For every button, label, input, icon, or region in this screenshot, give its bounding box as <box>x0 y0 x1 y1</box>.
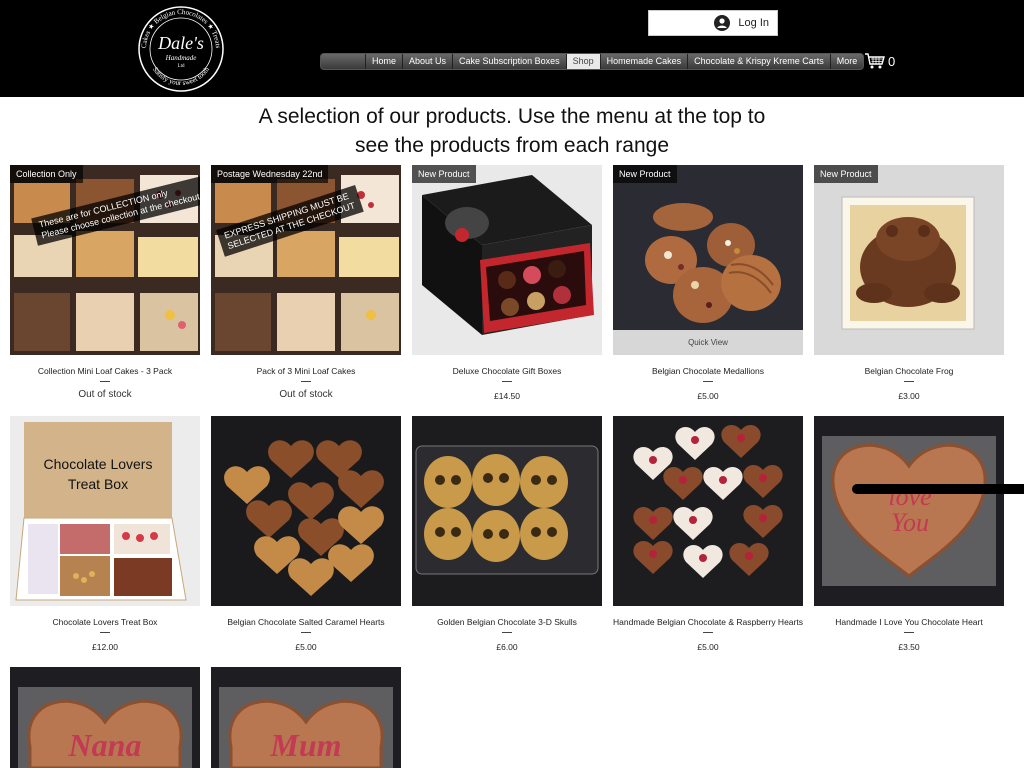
product-price: £3.00 <box>898 391 920 401</box>
box-lid-text: Chocolate Lovers Treat Box <box>24 454 172 494</box>
title-divider <box>502 381 512 382</box>
product-image[interactable]: Chocolate Lovers Treat Box <box>10 416 200 606</box>
logo-sub2: Ltd <box>178 64 185 69</box>
product-image[interactable]: Nana <box>10 667 200 768</box>
product-title[interactable]: Belgian Chocolate Medallions <box>613 366 803 376</box>
overlay-bar <box>852 484 1024 494</box>
product-image[interactable] <box>211 416 401 606</box>
heart-text-line-2: You <box>890 508 930 537</box>
product-price: £5.00 <box>295 642 317 652</box>
product-image[interactable]: Mum <box>211 667 401 768</box>
product-title[interactable]: Deluxe Chocolate Gift Boxes <box>412 366 602 376</box>
product-title[interactable]: Handmade I Love You Chocolate Heart <box>814 617 1004 627</box>
heart-text-nana: Nana <box>68 727 142 763</box>
heart-text-mum: Mum <box>270 727 342 763</box>
product-ribbon: Postage Wednesday 22nd <box>211 165 329 183</box>
product-title[interactable]: Collection Mini Loaf Cakes - 3 Pack <box>10 366 200 376</box>
product-price: £6.00 <box>496 642 518 652</box>
product-card[interactable]: love You Handmade I Love You Chocolate H… <box>814 416 1004 652</box>
nav-item-cake-subscription-boxes[interactable]: Cake Subscription Boxes <box>452 54 566 69</box>
title-divider <box>100 381 110 382</box>
product-image[interactable] <box>412 416 602 606</box>
title-divider <box>904 381 914 382</box>
user-icon <box>714 15 731 31</box>
page-heading: A selection of our products. Use the men… <box>200 102 824 160</box>
box-text-line-1: Chocolate Lovers <box>43 456 153 472</box>
product-image[interactable]: New Product <box>814 165 1004 355</box>
site-header: Cakes ★ Belgian Chocolates ★ Treats Sati… <box>0 0 1024 97</box>
raspberry-hearts-image <box>613 416 803 606</box>
title-divider <box>301 632 311 633</box>
treat-box-image <box>10 416 200 606</box>
medallions-image <box>613 165 803 355</box>
heading-line-2: see the products from each range <box>354 134 669 157</box>
title-divider <box>502 632 512 633</box>
product-card[interactable]: Nana <box>10 667 200 768</box>
product-title[interactable]: Belgian Chocolate Frog <box>814 366 1004 376</box>
product-card[interactable]: New Product Belgian Chocolate Frog £3.00 <box>814 165 1004 401</box>
stock-status: Out of stock <box>78 389 132 400</box>
gift-box-image <box>412 165 602 355</box>
product-image[interactable]: New Product <box>412 165 602 355</box>
title-divider <box>703 632 713 633</box>
product-image[interactable]: These are for COLLECTION only Please cho… <box>10 165 200 355</box>
product-card[interactable]: EXPRESS SHIPPING MUST BE SELECTED AT THE… <box>211 165 401 400</box>
nav-item-shop[interactable]: Shop <box>565 54 600 69</box>
product-image[interactable]: EXPRESS SHIPPING MUST BE SELECTED AT THE… <box>211 165 401 355</box>
heading-line-1: A selection of our products. Use the men… <box>258 105 766 128</box>
product-title[interactable]: Pack of 3 Mini Loaf Cakes <box>211 366 401 376</box>
caramel-hearts-image <box>211 416 401 606</box>
product-title[interactable]: Belgian Chocolate Salted Caramel Hearts <box>211 617 401 627</box>
nav-left-cap <box>321 54 365 69</box>
product-price: £5.00 <box>697 642 719 652</box>
nav-item-homemade-cakes[interactable]: Homemade Cakes <box>599 54 688 69</box>
nav-item-chocolate-carts[interactable]: Chocolate & Krispy Kreme Carts <box>687 54 830 69</box>
product-ribbon: New Product <box>814 165 878 183</box>
frog-image <box>814 165 1004 355</box>
main-nav: Home About Us Cake Subscription Boxes Sh… <box>320 53 865 70</box>
nav-item-more[interactable]: More <box>829 54 864 69</box>
product-price: £3.50 <box>898 642 920 652</box>
product-card[interactable]: Handmade Belgian Chocolate & Raspberry H… <box>613 416 803 652</box>
cart-count: 0 <box>888 53 896 69</box>
product-title[interactable]: Golden Belgian Chocolate 3-D Skulls <box>412 617 602 627</box>
cart-button[interactable]: 0 <box>864 52 895 70</box>
quick-view-button[interactable]: Quick View <box>613 330 803 355</box>
dales-logo[interactable]: Cakes ★ Belgian Chocolates ★ Treats Sati… <box>136 4 226 94</box>
product-price: £5.00 <box>697 391 719 401</box>
box-text-line-2: Treat Box <box>67 476 129 492</box>
product-card[interactable]: Chocolate Lovers Treat Box Chocolate Lov… <box>10 416 200 652</box>
product-title[interactable]: Handmade Belgian Chocolate & Raspberry H… <box>613 617 803 627</box>
title-divider <box>904 632 914 633</box>
product-image[interactable] <box>613 416 803 606</box>
logo-name: Dale's <box>157 33 204 53</box>
nav-item-about-us[interactable]: About Us <box>402 54 452 69</box>
product-card[interactable]: These are for COLLECTION only Please cho… <box>10 165 200 400</box>
login-label: Log In <box>738 17 769 29</box>
nav-item-home[interactable]: Home <box>365 54 402 69</box>
product-ribbon: Collection Only <box>10 165 83 183</box>
logo-sub1: Handmade <box>165 54 197 62</box>
product-image[interactable]: New Product Quick View <box>613 165 803 355</box>
title-divider <box>301 381 311 382</box>
product-card[interactable]: Belgian Chocolate Salted Caramel Hearts … <box>211 416 401 652</box>
golden-skulls-image <box>412 416 602 606</box>
loaf-cakes-image <box>211 165 401 355</box>
product-ribbon: New Product <box>613 165 677 183</box>
product-image[interactable]: love You <box>814 416 1004 606</box>
product-card[interactable]: New Product Quick View Belgian Chocolate… <box>613 165 803 401</box>
product-card[interactable]: New Product Deluxe Chocolate Gift Boxes … <box>412 165 602 401</box>
product-ribbon: New Product <box>412 165 476 183</box>
login-button[interactable]: Log In <box>648 10 778 36</box>
stock-status: Out of stock <box>279 389 333 400</box>
product-title[interactable]: Chocolate Lovers Treat Box <box>10 617 200 627</box>
product-price: £12.00 <box>92 642 118 652</box>
title-divider <box>100 632 110 633</box>
title-divider <box>703 381 713 382</box>
product-price: £14.50 <box>494 391 520 401</box>
cart-icon <box>865 53 885 69</box>
product-card[interactable]: Golden Belgian Chocolate 3-D Skulls £6.0… <box>412 416 602 652</box>
product-card[interactable]: Mum <box>211 667 401 768</box>
